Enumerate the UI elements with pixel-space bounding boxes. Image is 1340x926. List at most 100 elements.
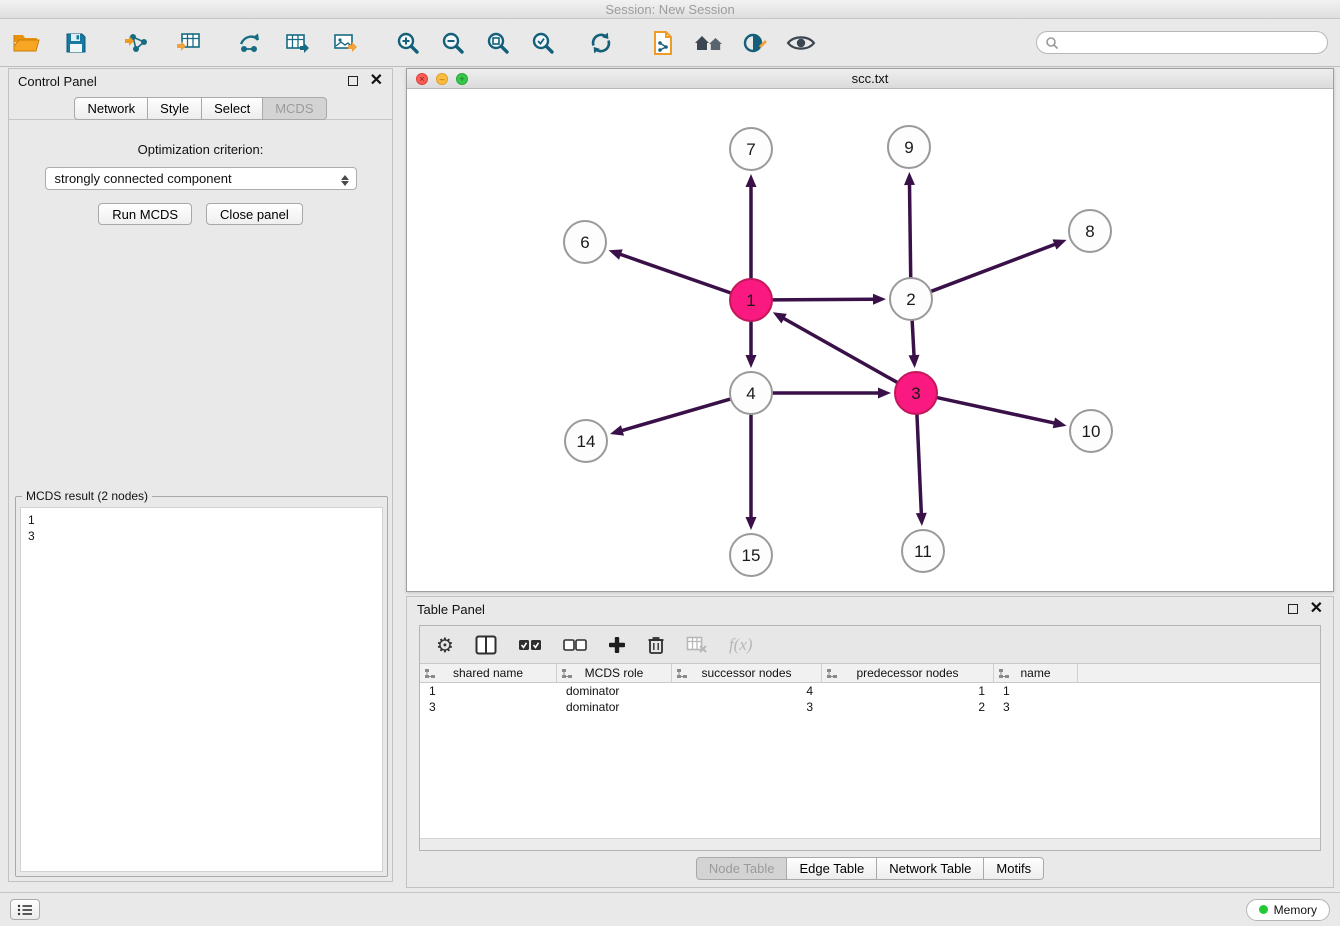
tab-network[interactable]: Network	[74, 97, 148, 120]
search-input[interactable]	[1064, 35, 1319, 50]
tab-edge-table[interactable]: Edge Table	[787, 857, 877, 880]
graph-node-4[interactable]: 4	[730, 372, 772, 414]
graph-node-3[interactable]: 3	[895, 372, 937, 414]
table-row[interactable]: 3dominator323	[420, 699, 1320, 715]
tab-select[interactable]: Select	[202, 97, 263, 120]
window-maximize-button[interactable]: +	[456, 73, 468, 85]
graph-node-6[interactable]: 6	[564, 221, 606, 263]
mcds-result-list[interactable]: 1 3	[20, 507, 383, 872]
network-from-selection-button[interactable]	[232, 25, 268, 61]
graph-node-11[interactable]: 11	[902, 530, 944, 572]
graph-node-15[interactable]: 15	[730, 534, 772, 576]
select-all-icon	[518, 638, 542, 652]
graph-node-1[interactable]: 1	[730, 279, 772, 321]
control-panel-tabbar: NetworkStyleSelectMCDS	[9, 93, 392, 120]
delete-column-button[interactable]	[647, 635, 665, 655]
deselect-all-button[interactable]	[563, 638, 587, 652]
select-all-button[interactable]	[518, 638, 542, 652]
deselect-all-icon	[563, 638, 587, 652]
zoom-fit-icon	[485, 30, 511, 56]
column-header-successor-nodes[interactable]: successor nodes	[672, 664, 822, 682]
column-header-predecessor-nodes[interactable]: predecessor nodes	[822, 664, 994, 682]
close-panel-icon[interactable]: ✕	[370, 75, 383, 87]
zoom-out-button[interactable]	[435, 25, 471, 61]
graph-edge-2-3[interactable]	[912, 321, 914, 355]
tab-motifs[interactable]: Motifs	[984, 857, 1044, 880]
export-table-button[interactable]	[280, 25, 316, 61]
graph-edge-3-11[interactable]	[917, 415, 921, 513]
mcds-result-group: MCDS result (2 nodes) 1 3	[15, 496, 388, 877]
tab-node-table[interactable]: Node Table	[696, 857, 788, 880]
tab-style[interactable]: Style	[148, 97, 202, 120]
panel-list-button[interactable]	[10, 899, 40, 920]
table-cell: 1	[994, 683, 1078, 699]
zoom-in-button[interactable]	[390, 25, 426, 61]
graph-edge-arrowhead	[746, 355, 757, 368]
delete-table-icon	[686, 636, 708, 654]
column-header-name[interactable]: name	[994, 664, 1078, 682]
graph-edge-arrowhead	[904, 172, 915, 185]
zoom-fit-button[interactable]	[480, 25, 516, 61]
column-header-MCDS-role[interactable]: MCDS role	[557, 664, 672, 682]
network-canvas[interactable]: 7 9 6 8 1 2 4 3 14 10 15 11	[407, 89, 1333, 591]
refresh-view-button[interactable]	[583, 25, 619, 61]
control-panel: Control Panel ✕ NetworkStyleSelectMCDS O…	[8, 68, 393, 882]
graph-edge-1-2[interactable]	[773, 299, 873, 300]
optimization-criterion-select[interactable]: strongly connected component	[45, 167, 357, 190]
import-table-button[interactable]	[170, 25, 206, 61]
graph-node-7[interactable]: 7	[730, 128, 772, 170]
graph-edge-2-8[interactable]	[932, 244, 1055, 291]
window-minimize-button[interactable]: –	[436, 73, 448, 85]
float-panel-icon[interactable]	[348, 76, 358, 86]
float-table-panel-icon[interactable]	[1288, 604, 1298, 614]
graph-edge-2-9[interactable]	[910, 185, 911, 277]
export-image-button[interactable]	[328, 25, 364, 61]
memory-button[interactable]: Memory	[1246, 899, 1330, 921]
graph-node-8[interactable]: 8	[1069, 210, 1111, 252]
graph-node-10[interactable]: 10	[1070, 410, 1112, 452]
add-column-button[interactable]	[608, 636, 626, 654]
table-cell: dominator	[557, 699, 672, 715]
dropdown-arrows-icon	[341, 171, 350, 190]
column-header-shared-name[interactable]: shared name	[420, 664, 557, 682]
delete-table-button[interactable]	[686, 636, 708, 654]
graph-edge-arrowhead	[916, 513, 927, 526]
graph-edge-arrowhead	[873, 294, 886, 305]
style-document-icon	[652, 30, 674, 56]
close-table-panel-icon[interactable]: ✕	[1310, 603, 1323, 615]
paint-style-button[interactable]	[737, 25, 773, 61]
close-panel-button[interactable]: Close panel	[206, 203, 303, 225]
zoom-selected-button[interactable]	[525, 25, 561, 61]
window-close-button[interactable]: ×	[416, 73, 428, 85]
search-field[interactable]	[1036, 31, 1328, 54]
paint-style-icon	[742, 31, 768, 55]
tab-network-table[interactable]: Network Table	[877, 857, 984, 880]
main-toolbar	[0, 19, 1340, 67]
graph-node-9[interactable]: 9	[888, 126, 930, 168]
run-mcds-button[interactable]: Run MCDS	[98, 203, 192, 225]
graph-edge-1-6[interactable]	[621, 255, 730, 293]
toggle-columns-button[interactable]	[475, 635, 497, 655]
node-table: ⚙	[419, 625, 1321, 851]
table-settings-button[interactable]: ⚙	[436, 635, 454, 655]
svg-text:14: 14	[577, 432, 596, 451]
table-row[interactable]: 1dominator411	[420, 683, 1320, 699]
graph-node-14[interactable]: 14	[565, 420, 607, 462]
import-network-button[interactable]	[118, 25, 154, 61]
open-session-button[interactable]	[8, 25, 44, 61]
export-table-icon	[285, 31, 311, 55]
table-horizontal-scrollbar[interactable]	[420, 838, 1320, 850]
graph-edge-3-10[interactable]	[937, 398, 1053, 423]
graph-node-2[interactable]: 2	[890, 278, 932, 320]
function-builder-button[interactable]: f(x)	[729, 635, 753, 655]
graph-edge-3-1[interactable]	[784, 319, 897, 383]
show-hide-button[interactable]	[783, 25, 819, 61]
graph-edge-4-14[interactable]	[622, 399, 729, 430]
home-button[interactable]	[691, 25, 727, 61]
tab-mcds[interactable]: MCDS	[263, 97, 326, 120]
import-network-icon	[123, 31, 149, 55]
graph-edge-arrowhead	[746, 517, 757, 530]
export-image-icon	[333, 31, 359, 55]
import-style-button[interactable]	[645, 25, 681, 61]
save-session-button[interactable]	[58, 25, 94, 61]
